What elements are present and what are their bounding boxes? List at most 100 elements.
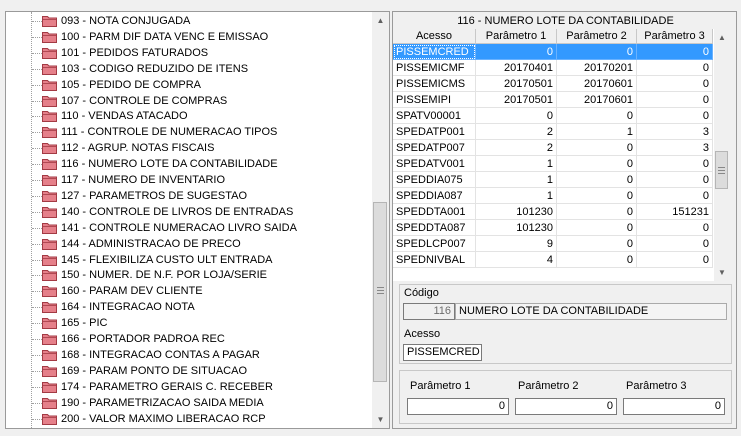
grid-cell: 20170501 (476, 92, 557, 108)
grid-column-header[interactable]: Parâmetro 3 (637, 29, 713, 44)
tree-item[interactable]: 140 - CONTROLE DE LIVROS DE ENTRADAS (6, 204, 376, 220)
grid-row[interactable]: PISSEMICMS 20170501 20170601 0 (393, 76, 713, 92)
tree-item[interactable]: 169 - PARAM PONTO DE SITUACAO (6, 363, 376, 379)
codigo-field: 116 (403, 303, 455, 320)
grid-cell: 9 (476, 236, 557, 252)
tree-item-label: 116 - NUMERO LOTE DA CONTABILIDADE (61, 158, 278, 171)
tree-item[interactable]: 111 - CONTROLE DE NUMERACAO TIPOS (6, 124, 376, 140)
grid-column-header[interactable]: Acesso (393, 29, 476, 44)
tree-item-label: 164 - INTEGRACAO NOTA (61, 301, 195, 314)
tree-item[interactable]: 117 - NUMERO DE INVENTARIO (6, 172, 376, 188)
tree-item[interactable]: 166 - PORTADOR PADROA REC (6, 331, 376, 347)
tree-item[interactable]: 190 - PARAMETRIZACAO SAIDA MEDIA (6, 395, 376, 411)
scroll-up-arrow-icon[interactable]: ▲ (372, 12, 389, 29)
grid-column-header[interactable]: Parâmetro 1 (476, 29, 557, 44)
tree-item[interactable]: 200 - VALOR MAXIMO LIBERACAO RCP (6, 411, 376, 427)
grid-row[interactable]: SPEDDTA001 101230 0 151231 (393, 204, 713, 220)
grid-row[interactable]: PISSEMIPI 20170501 20170601 0 (393, 92, 713, 108)
param1-label: Parâmetro 1 (410, 380, 471, 392)
grid-cell: 20170401 (476, 60, 557, 76)
grid-cell: SPEDDTA001 (393, 204, 476, 220)
folder-icon (42, 175, 57, 186)
tree-item-label: 103 - CODIGO REDUZIDO DE ITENS (61, 62, 249, 75)
grid-scroll-up-arrow-icon[interactable]: ▲ (714, 29, 730, 46)
grid-cell: 0 (557, 204, 637, 220)
tree-item[interactable]: 168 - INTEGRACAO CONTAS A PAGAR (6, 347, 376, 363)
tree-item[interactable]: 165 - PIC (6, 315, 376, 331)
folder-icon (42, 222, 57, 234)
folder-icon (42, 318, 57, 330)
tree-item[interactable]: 144 - ADMINISTRACAO DE PRECO (6, 236, 376, 252)
grid-row[interactable]: SPEDATP007 2 0 3 (393, 140, 713, 156)
tree-vertical-scrollbar[interactable]: ▲ ▼ (372, 12, 389, 428)
grid-cell: SPEDNIVBAL (393, 252, 476, 268)
grid-cell: SPEDDIA075 (393, 172, 476, 188)
tree-item-label: 117 - NUMERO DE INVENTARIO (61, 174, 226, 186)
grid-cell: SPEDDIA087 (393, 188, 476, 204)
grid-scroll-thumb[interactable] (715, 151, 728, 189)
tree-item-label: 174 - PARAMETRO GERAIS C. RECEBER (61, 380, 273, 393)
grid-cell: 0 (637, 44, 713, 60)
tree-item[interactable]: 150 - NUMER. DE N.F. POR LOJA/SERIE (6, 267, 376, 283)
tree-item-label: 105 - PEDIDO DE COMPRA (61, 78, 201, 91)
tree-item[interactable]: 107 - CONTROLE DE COMPRAS (6, 93, 376, 109)
grid-cell: 0 (557, 236, 637, 252)
tree-item-label: 140 - CONTROLE DE LIVROS DE ENTRADAS (61, 205, 294, 218)
grid-row[interactable]: SPEDDTA087 101230 0 0 (393, 220, 713, 236)
tree-item[interactable]: 141 - CONTROLE NUMERACAO LIVRO SAIDA (6, 220, 376, 236)
grid-cell: SPEDLCP007 (393, 236, 476, 252)
grid-cell: PISSEMCRED (393, 44, 476, 60)
tree-item[interactable]: 100 - PARM DIF DATA VENC E EMISSAO (6, 29, 376, 45)
grid-row[interactable]: PISSEMICMF 20170401 20170201 0 (393, 60, 713, 76)
param1-field[interactable]: 0 (407, 398, 509, 415)
grid-cell: PISSEMIPI (393, 92, 476, 108)
tree-item[interactable]: 103 - CODIGO REDUZIDO DE ITENS (6, 61, 376, 77)
grid-row[interactable]: SPEDDIA075 1 0 0 (393, 172, 713, 188)
grid-cell: 3 (637, 140, 713, 156)
folder-icon (42, 206, 57, 218)
tree-item[interactable]: 127 - PARAMETROS DE SUGESTAO (6, 188, 376, 204)
grid-row[interactable]: SPEDATP001 2 1 3 (393, 124, 713, 140)
grid-row[interactable]: SPEDATV001 1 0 0 (393, 156, 713, 172)
tree-item[interactable]: 112 - AGRUP. NOTAS FISCAIS (6, 140, 376, 156)
tree-item[interactable]: 160 - PARAM DEV CLIENTE (6, 283, 376, 299)
grid-cell: 20170601 (557, 76, 637, 92)
tree-item[interactable]: 093 - NOTA CONJUGADA (6, 13, 376, 29)
folder-icon (42, 47, 57, 59)
scroll-down-arrow-icon[interactable]: ▼ (372, 411, 389, 428)
grid-cell: SPATV00001 (393, 108, 476, 124)
grid-row[interactable]: SPATV00001 0 0 0 (393, 108, 713, 124)
grid-vertical-scrollbar[interactable]: ▲ ▼ (714, 29, 730, 281)
tree-item[interactable]: 110 - VENDAS ATACADO (6, 108, 376, 124)
parameter-tree[interactable]: 093 - NOTA CONJUGADA 100 - PARM DIF DATA … (5, 11, 390, 429)
grid-row[interactable]: SPEDNIVBAL 4 0 0 (393, 252, 713, 268)
grid-cell: 1 (476, 188, 557, 204)
tree-item-label: 160 - PARAM DEV CLIENTE (61, 285, 203, 298)
grid-cell: 0 (637, 188, 713, 204)
grid-scroll-down-arrow-icon[interactable]: ▼ (714, 264, 730, 281)
grid-column-header[interactable]: Parâmetro 2 (557, 29, 637, 44)
grid-cell: 20170501 (476, 76, 557, 92)
tree-item[interactable]: 105 - PEDIDO DE COMPRA (6, 77, 376, 93)
param2-field[interactable]: 0 (515, 398, 617, 415)
folder-icon (42, 63, 57, 75)
grid-cell: 3 (637, 124, 713, 140)
folder-icon (42, 31, 57, 43)
tree-item-label: 112 - AGRUP. NOTAS FISCAIS (61, 142, 215, 155)
tree-item[interactable]: 174 - PARAMETRO GERAIS C. RECEBER (6, 379, 376, 395)
tree-scroll-thumb[interactable] (373, 202, 387, 382)
grid-row[interactable]: PISSEMCRED 0 0 0 (393, 44, 713, 60)
parameter-detail-panel: 116 - NUMERO LOTE DA CONTABILIDADE Acess… (392, 11, 737, 429)
parameter-grid[interactable]: Acesso Parâmetro 1 Parâmetro 2 Parâmetro 3 … (393, 29, 730, 281)
folder-icon (42, 95, 57, 107)
grid-cell: 0 (637, 252, 713, 268)
acesso-field[interactable]: PISSEMCRED (403, 344, 482, 361)
param3-field[interactable]: 0 (623, 398, 725, 415)
grid-row[interactable]: SPEDDIA087 1 0 0 (393, 188, 713, 204)
tree-item-label: 111 - CONTROLE DE NUMERACAO TIPOS (61, 126, 278, 139)
grid-row[interactable]: SPEDLCP007 9 0 0 (393, 236, 713, 252)
tree-item[interactable]: 145 - FLEXIBILIZA CUSTO ULT ENTRADA (6, 252, 376, 268)
tree-item[interactable]: 116 - NUMERO LOTE DA CONTABILIDADE (6, 156, 376, 172)
tree-item[interactable]: 101 - PEDIDOS FATURADOS (6, 45, 376, 61)
tree-item[interactable]: 164 - INTEGRACAO NOTA (6, 299, 376, 315)
